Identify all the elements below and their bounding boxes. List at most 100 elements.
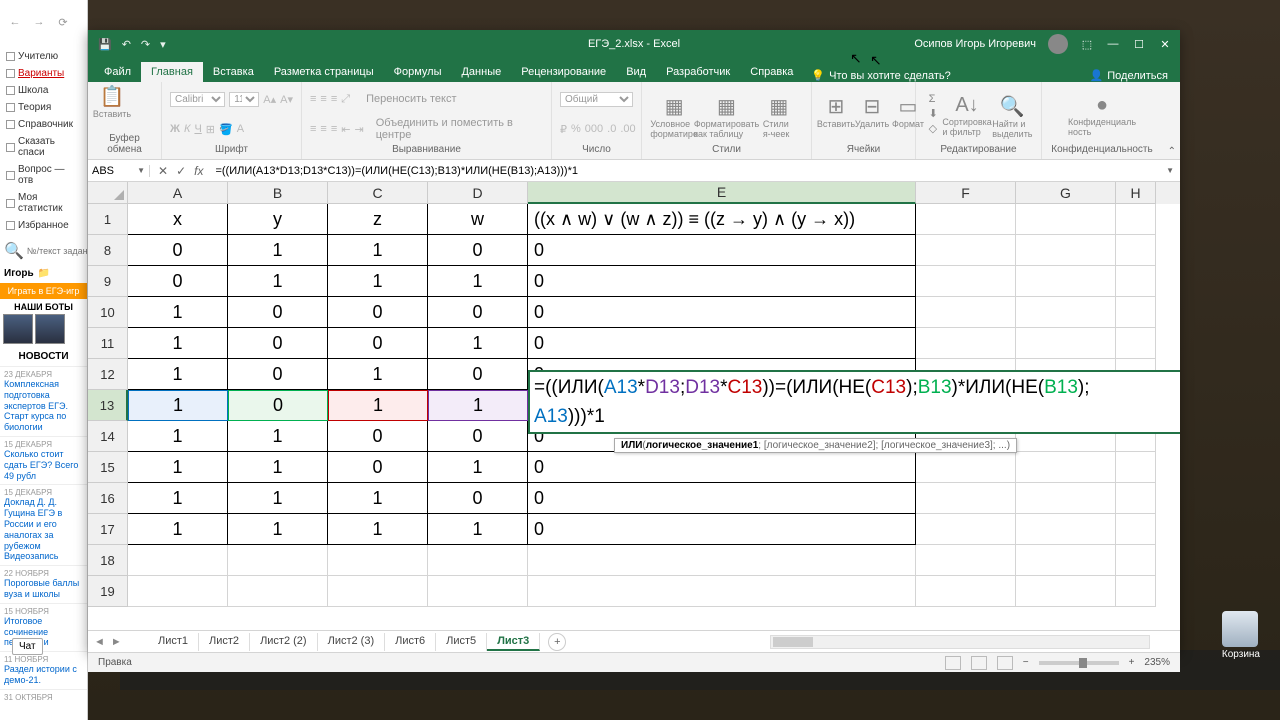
row-header[interactable]: 10 <box>88 297 128 328</box>
row-header[interactable]: 18 <box>88 545 128 576</box>
sheet-prev-icon[interactable]: ◄ <box>94 636 105 648</box>
cell[interactable] <box>228 576 328 607</box>
cell[interactable]: 0 <box>428 359 528 390</box>
redo-icon[interactable]: ↷ <box>141 38 150 51</box>
sidebar-item[interactable]: Избранное <box>2 217 85 234</box>
wrap-text-button[interactable]: Переносить текст <box>366 93 456 105</box>
sum-icon[interactable]: Σ <box>929 93 938 105</box>
percent-icon[interactable]: % <box>571 123 581 135</box>
ribbon-tab[interactable]: Разметка страницы <box>264 62 384 82</box>
cell[interactable] <box>1016 514 1116 545</box>
sheet-tab[interactable]: Лист5 <box>436 633 487 651</box>
font-color-icon[interactable]: A <box>237 123 244 135</box>
cell[interactable] <box>1116 328 1156 359</box>
row-header[interactable]: 16 <box>88 483 128 514</box>
cell[interactable] <box>1116 235 1156 266</box>
cell[interactable]: 1 <box>428 328 528 359</box>
sidebar-item[interactable]: Сказать спаси <box>2 133 85 161</box>
fill-icon[interactable]: 🪣 <box>219 123 233 136</box>
cell[interactable]: 0 <box>428 297 528 328</box>
enter-icon[interactable]: ✓ <box>176 164 186 178</box>
font-combo[interactable]: Calibri <box>170 92 225 107</box>
ribbon-tab[interactable]: Формулы <box>384 62 452 82</box>
select-all-corner[interactable] <box>88 182 128 204</box>
insert-button[interactable]: ⊞Вставить <box>820 94 852 134</box>
ribbon-tab[interactable]: Данные <box>451 62 511 82</box>
find-select-button[interactable]: 🔍Найти и выделить <box>996 94 1028 134</box>
cell[interactable]: 0 <box>228 390 328 421</box>
cell[interactable]: 1 <box>128 390 228 421</box>
row-header[interactable]: 1 <box>88 204 128 235</box>
bold-icon[interactable]: Ж <box>170 123 180 135</box>
qat-custom-icon[interactable]: ▾ <box>160 38 166 51</box>
cell[interactable]: z <box>328 204 428 235</box>
share-button[interactable]: 👤Поделиться <box>1090 69 1168 82</box>
sidebar-item[interactable]: Вопрос — отв <box>2 161 85 189</box>
row-header[interactable]: 19 <box>88 576 128 607</box>
cell[interactable] <box>128 576 228 607</box>
cell[interactable] <box>1016 576 1116 607</box>
ribbon-tab[interactable]: Рецензирование <box>511 62 616 82</box>
search-input[interactable] <box>27 246 87 256</box>
sensitivity-button[interactable]: ●Конфиденциаль ность <box>1086 94 1118 134</box>
col-header[interactable]: A <box>128 182 228 204</box>
sort-filter-button[interactable]: A↓Сортировка и фильтр <box>951 94 983 134</box>
cell[interactable] <box>1116 576 1156 607</box>
dec-inc-icon[interactable]: .0 <box>607 123 616 135</box>
forward-icon[interactable]: → <box>30 13 48 31</box>
expand-formula-icon[interactable]: ▼ <box>1160 166 1180 175</box>
cell[interactable]: 1 <box>128 421 228 452</box>
cell[interactable] <box>1016 204 1116 235</box>
cancel-icon[interactable]: ✕ <box>158 164 168 178</box>
cell[interactable]: 1 <box>328 483 428 514</box>
cell[interactable]: 1 <box>328 235 428 266</box>
cell[interactable] <box>1116 483 1156 514</box>
recycle-bin[interactable]: Корзина <box>1222 611 1260 660</box>
size-combo[interactable]: 11 <box>229 92 259 107</box>
orient-icon[interactable]: ⤢ <box>341 93 350 106</box>
formula-input[interactable]: =((ИЛИ(A13*D13;D13*C13))=(ИЛИ(НЕ(C13);B1… <box>211 165 1160 177</box>
back-icon[interactable]: ← <box>6 13 24 31</box>
cell[interactable]: 0 <box>528 266 916 297</box>
maximize-icon[interactable]: ☐ <box>1132 38 1146 51</box>
cell[interactable]: ((x ∧ w) ∨ (w ∧ z)) ≡ ((z → y) ∧ (y → x)… <box>528 204 916 235</box>
cell[interactable] <box>916 235 1016 266</box>
cell[interactable]: 0 <box>228 359 328 390</box>
cell[interactable] <box>1116 452 1156 483</box>
cell[interactable]: x <box>128 204 228 235</box>
name-box[interactable]: ABS▼ <box>88 165 150 177</box>
align-center-icon[interactable]: ≡ <box>320 123 326 135</box>
indent-dec-icon[interactable]: ⇤ <box>341 123 350 136</box>
cell[interactable] <box>1016 235 1116 266</box>
row-header[interactable]: 9 <box>88 266 128 297</box>
cell[interactable]: 1 <box>328 359 428 390</box>
cell-editor[interactable]: =((ИЛИ(A13*D13;D13*C13))=(ИЛИ(НЕ(C13);B1… <box>528 370 1180 434</box>
cell[interactable] <box>1116 297 1156 328</box>
cell[interactable]: 1 <box>428 452 528 483</box>
sidebar-item[interactable]: Теория <box>2 99 85 116</box>
cond-format-button[interactable]: ▦Условное форматиро <box>658 94 690 134</box>
sheet-tab[interactable]: Лист3 <box>487 633 540 651</box>
cell[interactable] <box>1116 266 1156 297</box>
cell[interactable]: 0 <box>128 235 228 266</box>
cell[interactable]: 0 <box>528 235 916 266</box>
sidebar-item[interactable]: Варианты <box>2 65 85 82</box>
cell[interactable]: 1 <box>228 483 328 514</box>
cell[interactable]: 1 <box>428 266 528 297</box>
cell[interactable]: 0 <box>328 421 428 452</box>
reload-icon[interactable]: ⟳ <box>54 13 72 31</box>
col-header[interactable]: D <box>428 182 528 204</box>
cell[interactable] <box>328 576 428 607</box>
row-header[interactable]: 15 <box>88 452 128 483</box>
cell[interactable] <box>1016 266 1116 297</box>
cell[interactable]: 0 <box>328 328 428 359</box>
cell[interactable]: 1 <box>128 297 228 328</box>
ribbon-display-icon[interactable]: ⬚ <box>1080 38 1094 51</box>
row-header[interactable]: 12 <box>88 359 128 390</box>
ribbon-tab[interactable]: Главная <box>141 62 203 82</box>
sheet-tab[interactable]: Лист1 <box>148 633 199 651</box>
border-icon[interactable]: ⊞ <box>206 123 215 136</box>
align-left-icon[interactable]: ≡ <box>310 123 316 135</box>
cell[interactable] <box>1116 204 1156 235</box>
ribbon-tab[interactable]: Разработчик <box>656 62 740 82</box>
